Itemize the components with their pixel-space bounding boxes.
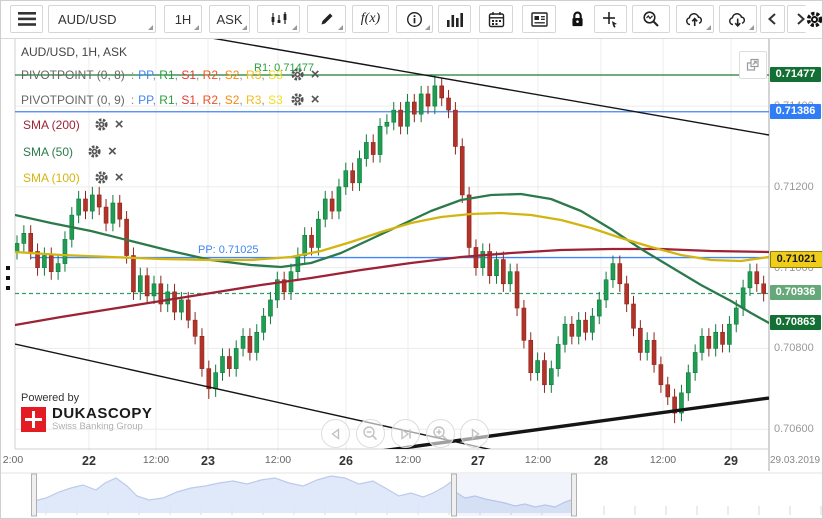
- brand-name: DUKASCOPY: [52, 407, 152, 421]
- minimap-handle[interactable]: [32, 474, 37, 516]
- gear-icon[interactable]: [94, 117, 109, 132]
- volume-bars-icon: [446, 12, 463, 27]
- gear-icon[interactable]: [290, 67, 305, 82]
- pivot-level-r3[interactable]: R3: [246, 93, 261, 107]
- load-download-button[interactable]: [719, 5, 757, 33]
- volume-button[interactable]: [438, 5, 471, 33]
- indicator-row-sma50: SMA (50) ×: [23, 144, 117, 159]
- close-icon[interactable]: ×: [115, 170, 124, 185]
- gear-icon[interactable]: [94, 170, 109, 185]
- indicator-name: PIVOTPOINT (0, 9): [21, 93, 125, 107]
- step-left-icon: [328, 426, 344, 442]
- pivot-level-pp[interactable]: PP: [138, 68, 152, 82]
- brand-block: Powered by DUKASCOPY Swiss Banking Group: [21, 392, 152, 432]
- crosshair-button[interactable]: [594, 5, 627, 33]
- swiss-cross-logo: [21, 407, 46, 432]
- pivot-level-s1[interactable]: S1: [181, 68, 196, 82]
- pivot-level-s1[interactable]: S1: [181, 93, 196, 107]
- step-left-button[interactable]: [321, 419, 350, 448]
- popout-button[interactable]: [739, 51, 767, 79]
- timeframe-label: 1H: [175, 12, 192, 27]
- pivot-level-s3[interactable]: S3: [268, 93, 283, 107]
- save-upload-button[interactable]: [676, 5, 714, 33]
- gear-icon[interactable]: [290, 92, 305, 107]
- close-icon[interactable]: ×: [311, 92, 320, 107]
- news-button[interactable]: [522, 5, 556, 33]
- pivot-level-r2[interactable]: R2: [203, 93, 218, 107]
- chart-type-icon: [270, 11, 288, 27]
- chart-drag-handle[interactable]: [6, 266, 10, 270]
- close-icon[interactable]: ×: [311, 67, 320, 82]
- pivot-level-pp[interactable]: PP: [138, 93, 152, 107]
- cloud-upload-icon: [685, 11, 705, 27]
- lock-button[interactable]: [562, 5, 592, 33]
- brand-subtitle: Swiss Banking Group: [52, 421, 152, 432]
- indicator-name: SMA (50): [23, 145, 73, 159]
- instrument-label: AUD/USD: [58, 12, 117, 27]
- step-right-icon: [467, 426, 483, 442]
- indicator-row-sma200: SMA (200) ×: [23, 117, 123, 132]
- chevron-left-icon: [765, 11, 781, 27]
- calendar-icon: [488, 11, 505, 28]
- indicator-row-sma100: SMA (100) ×: [23, 170, 123, 185]
- info-icon: [406, 11, 423, 28]
- indicator-row-pivot-9: PIVOTPOINT (0, 9) : PP, R1, S1, R2, S2, …: [21, 92, 320, 107]
- pivot-level-r2[interactable]: R2: [203, 68, 218, 82]
- go-to-end-icon: [398, 426, 414, 442]
- function-icon: f(x): [361, 11, 380, 27]
- zoom-out-button[interactable]: [356, 419, 385, 448]
- indicator-name: PIVOTPOINT (0, 8): [21, 68, 125, 82]
- price-side-label: ASK: [216, 12, 242, 27]
- minimap-handle[interactable]: [452, 474, 457, 516]
- go-to-end-button[interactable]: [391, 419, 420, 448]
- zoom-in-icon: [432, 425, 449, 442]
- indicator-row-pivot-8: PIVOTPOINT (0, 8) : PP, R1, S1, R2, S2, …: [21, 67, 320, 82]
- news-icon: [531, 12, 548, 27]
- indicator-name: SMA (100): [23, 171, 80, 185]
- timeframe-select[interactable]: 1H: [164, 5, 202, 33]
- cloud-download-icon: [728, 11, 748, 27]
- info-button[interactable]: [396, 5, 433, 33]
- menu-icon: [18, 12, 36, 26]
- zoom-in-button[interactable]: [426, 419, 455, 448]
- chart-widget: AUD/USD 1H ASK f(x): [0, 0, 823, 519]
- pivot-level-s2[interactable]: S2: [225, 68, 240, 82]
- draw-button[interactable]: [307, 5, 346, 33]
- zoom-data-button[interactable]: [632, 5, 670, 33]
- chart-drag-handle[interactable]: [6, 276, 10, 280]
- toolbar: AUD/USD 1H ASK f(x): [1, 1, 823, 39]
- zoom-out-icon: [362, 425, 379, 442]
- settings-gear-icon: [805, 10, 823, 29]
- scroll-left-button[interactable]: [760, 5, 785, 33]
- popout-icon: [745, 57, 761, 73]
- pivot-level-s3[interactable]: S3: [268, 68, 283, 82]
- price-side-select[interactable]: ASK: [209, 5, 250, 33]
- pivot-level-r3[interactable]: R3: [246, 68, 261, 82]
- step-right-button[interactable]: [460, 419, 489, 448]
- chart-drag-handle[interactable]: [6, 286, 10, 290]
- pivot-level-r1[interactable]: R1: [159, 68, 174, 82]
- settings-button[interactable]: [805, 5, 823, 33]
- crosshair-icon: [602, 11, 619, 28]
- draw-pencil-icon: [319, 11, 335, 27]
- instrument-select[interactable]: AUD/USD: [48, 5, 156, 33]
- functions-button[interactable]: f(x): [352, 5, 389, 33]
- menu-button[interactable]: [10, 5, 43, 33]
- gear-icon[interactable]: [87, 144, 102, 159]
- close-icon[interactable]: ×: [115, 117, 124, 132]
- powered-by-text: Powered by: [21, 392, 152, 404]
- indicator-name: SMA (200): [23, 118, 80, 132]
- calendar-button[interactable]: [479, 5, 513, 33]
- close-icon[interactable]: ×: [108, 144, 117, 159]
- lock-icon: [569, 10, 586, 28]
- minimap-handle[interactable]: [572, 474, 577, 516]
- pivot-level-r1[interactable]: R1: [159, 93, 174, 107]
- pivot-level-s2[interactable]: S2: [225, 93, 240, 107]
- chart-type-button[interactable]: [257, 5, 300, 33]
- zoom-data-icon: [642, 10, 660, 28]
